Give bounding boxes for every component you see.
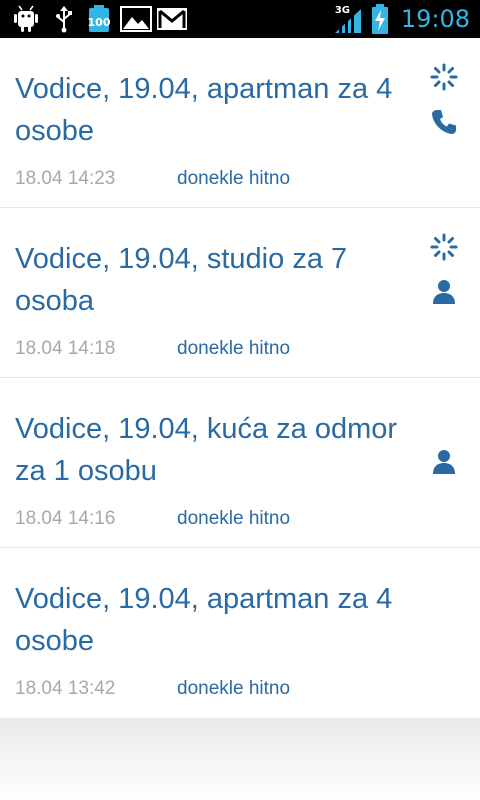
signal-icon: 3G: [333, 3, 363, 35]
item-date: 18.04 14:23: [15, 168, 116, 189]
person-icon[interactable]: [429, 277, 459, 307]
loading-icon: [429, 232, 459, 262]
item-title: Vodice, 19.04, apartman za 4 osobe: [15, 73, 393, 147]
usb-icon: [52, 4, 76, 34]
item-title: Vodice, 19.04, studio za 7 osoba: [15, 243, 348, 317]
battery-charging-icon: [371, 3, 393, 35]
list-item[interactable]: Vodice, 19.04, studio za 7 osoba 18.04 1…: [0, 208, 480, 378]
status-bar: 100 3G 19:08: [0, 0, 480, 38]
person-icon[interactable]: [429, 447, 459, 477]
android-debug-icon: [10, 4, 42, 34]
status-time: 19:08: [400, 5, 470, 33]
request-list: Vodice, 19.04, apartman za 4 osobe 18.04…: [0, 38, 480, 718]
empty-area: [0, 718, 480, 800]
item-date: 18.04 14:18: [15, 338, 116, 359]
phone-icon[interactable]: [429, 107, 459, 137]
gallery-icon: [118, 4, 154, 34]
list-item[interactable]: Vodice, 19.04, apartman za 4 osobe 18.04…: [0, 38, 480, 208]
item-priority: donekle hitno: [177, 678, 291, 699]
battery-100-label: 100: [88, 16, 111, 29]
loading-icon: [429, 62, 459, 92]
item-title: Vodice, 19.04, apartman za 4 osobe: [15, 583, 393, 657]
list-item[interactable]: Vodice, 19.04, kuća za odmor za 1 osobu …: [0, 378, 480, 548]
battery-100-notification-icon: 100: [84, 4, 114, 34]
item-date: 18.04 13:42: [15, 678, 116, 699]
item-title: Vodice, 19.04, kuća za odmor za 1 osobu: [15, 413, 398, 487]
item-priority: donekle hitno: [177, 168, 291, 189]
item-priority: donekle hitno: [177, 508, 291, 529]
gmail-icon: [155, 4, 189, 34]
list-item[interactable]: Vodice, 19.04, apartman za 4 osobe 18.04…: [0, 548, 480, 718]
item-priority: donekle hitno: [177, 338, 291, 359]
item-date: 18.04 14:16: [15, 508, 116, 529]
